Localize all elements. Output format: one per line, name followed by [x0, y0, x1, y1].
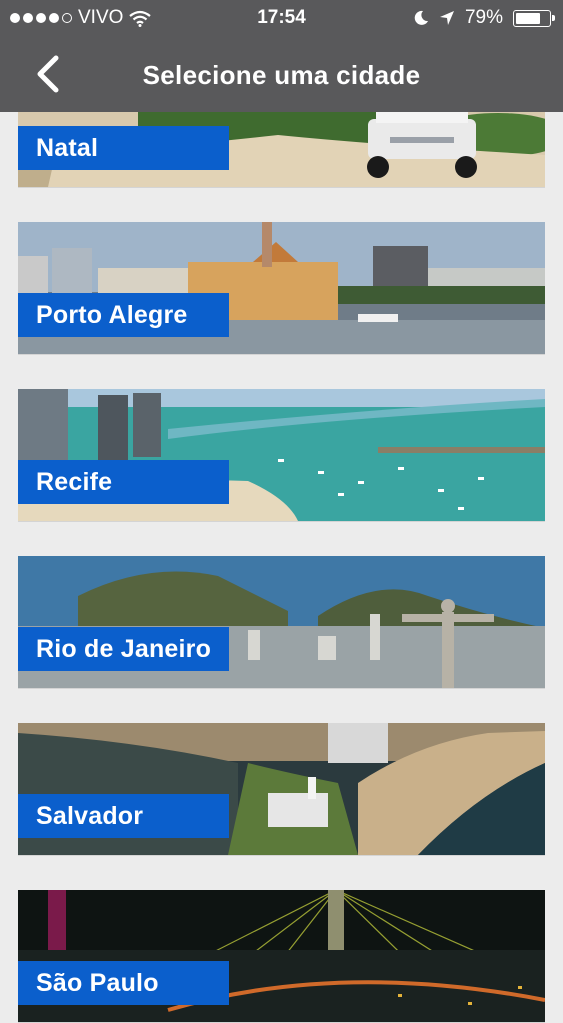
- city-label-porto-alegre: Porto Alegre: [18, 293, 229, 337]
- navigation-bar: Selecione uma cidade: [0, 40, 563, 110]
- city-label-natal: Natal: [18, 126, 229, 170]
- location-arrow-icon: [439, 11, 454, 25]
- city-label-salvador: Salvador: [18, 794, 229, 838]
- page-title: Selecione uma cidade: [142, 60, 421, 90]
- city-label-sao-paulo: São Paulo: [18, 961, 229, 1005]
- city-card-rio-de-janeiro[interactable]: Rio de Janeiro: [18, 556, 545, 689]
- city-card-recife[interactable]: Recife: [18, 389, 545, 522]
- city-list: Natal Porto Alegre Recife Rio de Janeiro…: [0, 0, 563, 1023]
- battery-percent: 79%: [464, 7, 503, 28]
- city-card-sao-paulo[interactable]: São Paulo: [18, 890, 545, 1023]
- status-bar: VIVO 17:54 79%: [0, 6, 563, 32]
- moon-icon: [414, 10, 428, 25]
- battery-icon: [513, 9, 555, 27]
- city-card-porto-alegre[interactable]: Porto Alegre: [18, 222, 545, 355]
- top-bar: VIVO 17:54 79% Selecione uma cidade: [0, 0, 563, 112]
- city-label-rio-de-janeiro: Rio de Janeiro: [18, 627, 229, 671]
- city-label-recife: Recife: [18, 460, 229, 504]
- city-card-salvador[interactable]: Salvador: [18, 723, 545, 856]
